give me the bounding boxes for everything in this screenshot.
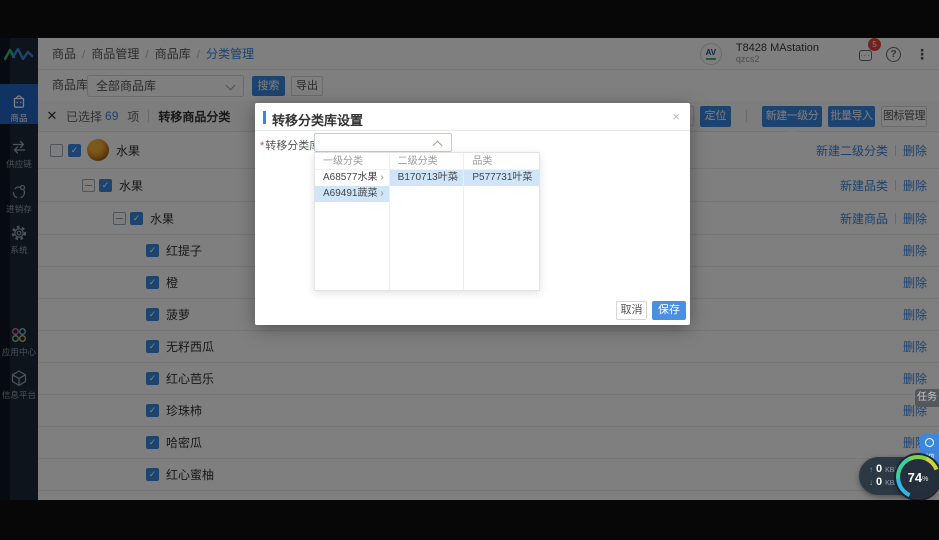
bottom-letterbox-bar <box>0 500 939 540</box>
save-button[interactable]: 保存 <box>652 301 686 320</box>
screen: 商品 供应链 进销存 系统 <box>0 0 939 540</box>
chat-bubble-icon <box>925 438 934 447</box>
transfer-library-input[interactable] <box>314 133 452 152</box>
modal-footer: 取消 保存 <box>616 301 686 320</box>
cascader-column-level2: 二级分类 B170713叶菜› <box>390 153 465 290</box>
cascader-option-selected[interactable]: A69491蔬菜› <box>315 186 389 202</box>
modal-title-bar: 转移分类库设置 × <box>255 103 690 131</box>
cascader-option[interactable]: A68577水果› <box>315 170 389 186</box>
cascader-column-header: 一级分类 <box>315 153 389 170</box>
cancel-button[interactable]: 取消 <box>616 301 647 320</box>
gauge-face: 74 % <box>900 459 936 495</box>
cascader-option-selected[interactable]: B170713叶菜› <box>390 170 464 186</box>
cascader-panel: 一级分类 A68577水果› A69491蔬菜› 二级分类 B170713叶菜›… <box>314 152 540 291</box>
modal-title: 转移分类库设置 <box>272 110 363 129</box>
arrow-up-icon: ↑ <box>869 464 873 475</box>
required-mark: * <box>260 140 264 152</box>
child-arrow-icon: › <box>380 186 383 202</box>
top-letterbox-bar <box>0 0 939 38</box>
child-arrow-icon: › <box>455 170 458 186</box>
chevron-up-icon <box>433 141 443 151</box>
cascader-column-header: 品类 <box>464 153 539 170</box>
close-icon[interactable]: × <box>672 109 680 124</box>
app-window: 商品 供应链 进销存 系统 <box>0 38 939 500</box>
transfer-category-modal: 转移分类库设置 × *转移分类库: 一级分类 A68577水果› A69491蔬… <box>255 103 690 325</box>
cascader-column-header: 二级分类 <box>390 153 464 170</box>
arrow-down-icon: ↓ <box>869 477 873 488</box>
cascader-column-level3: 品类 P577731叶菜 <box>464 153 539 290</box>
memory-usage-gauge[interactable]: 74 % <box>896 455 939 499</box>
task-tab[interactable]: 任务 <box>915 389 939 407</box>
child-arrow-icon: › <box>380 170 383 186</box>
title-accent-bar <box>263 111 266 124</box>
cascader-column-level1: 一级分类 A68577水果› A69491蔬菜› <box>315 153 390 290</box>
cascader-option-selected[interactable]: P577731叶菜 <box>464 170 539 186</box>
